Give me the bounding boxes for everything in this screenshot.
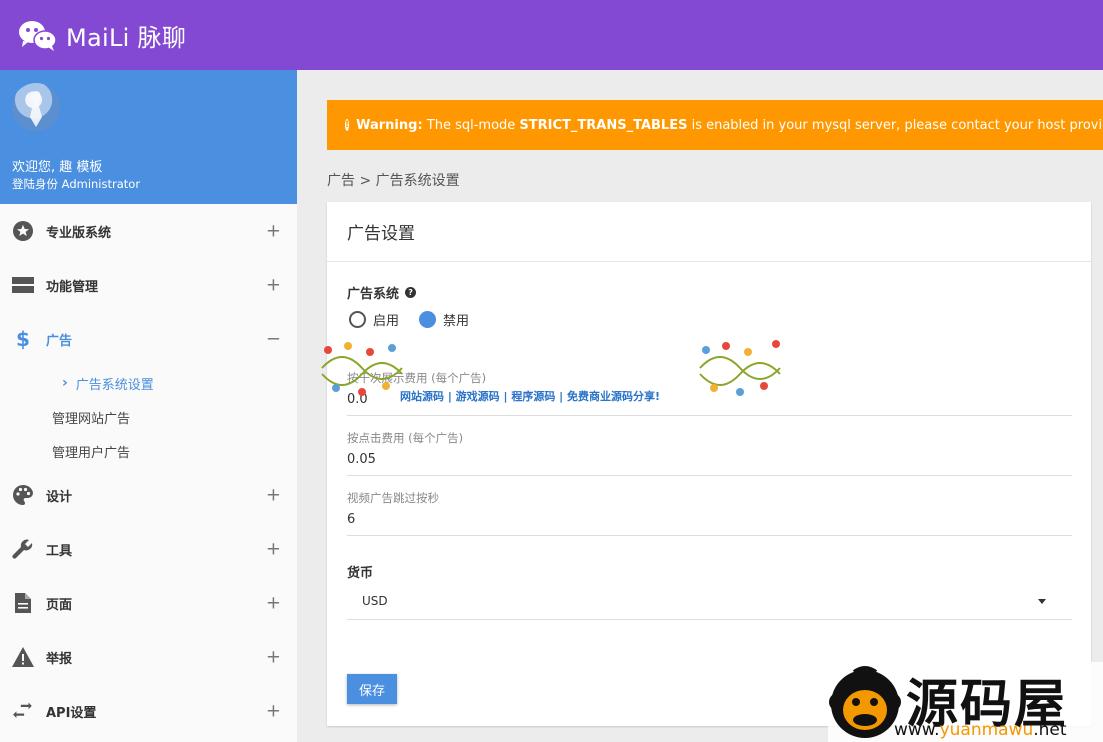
ad-system-label-text: 广告系统 [347, 287, 400, 302]
avatar[interactable] [12, 83, 60, 131]
profile-panel: 欢迎您, 趣 模板 登陆身份 Administrator [0, 70, 297, 204]
server-icon [12, 274, 34, 296]
flower-decoration-right [696, 338, 784, 398]
app-title[interactable]: MaiLi 脉聊 [66, 18, 186, 53]
sidebar-item-tools[interactable]: 工具 + [0, 522, 297, 576]
radio-disable[interactable]: 禁用 [419, 310, 469, 329]
wrench-icon [12, 538, 34, 560]
sidebar-item-pages[interactable]: 页面 + [0, 576, 297, 630]
radio-disable-label: 禁用 [443, 314, 470, 329]
sidebar-item-label: 举报 [46, 651, 73, 667]
top-bar: MaiLi 脉聊 [0, 0, 1103, 70]
sidebar: 欢迎您, 趣 模板 登陆身份 Administrator 专业版系统 + 功能管… [0, 70, 297, 742]
currency-select-value: USD [362, 593, 388, 608]
submenu-item-ad-system-settings[interactable]: › 广告系统设置 [0, 366, 297, 400]
brand-url-pre: www. [894, 720, 940, 740]
radio-enable[interactable]: 启用 [349, 310, 399, 329]
wechat-logo-icon [18, 19, 58, 51]
main-content: ! Warning: The sql-mode STRICT_TRANS_TAB… [297, 70, 1103, 742]
document-icon [12, 592, 34, 614]
breadcrumb: 广告 > 广告系统设置 [327, 173, 460, 189]
brand-url: www.yuanmawu.net [894, 720, 1067, 740]
sidebar-item-label: 工具 [46, 543, 73, 559]
video-skip-field-label: 视频广告跳过按秒 [347, 491, 439, 505]
sidebar-item-label: 广告 [46, 333, 73, 349]
sidebar-item-label: 专业版系统 [46, 225, 112, 241]
submenu-item-manage-user-ads[interactable]: 管理用户广告 [0, 434, 297, 468]
collapse-icon[interactable]: − [266, 329, 281, 350]
sidebar-menu: 专业版系统 + 功能管理 + $ 广告 − › 广告系统设置 管理网站广告 管理用… [0, 204, 297, 738]
brand-watermark: 源码屋 www.yuanmawu.net [828, 662, 1103, 742]
video-skip-field-value[interactable]: 6 [347, 512, 1072, 527]
ad-system-radio-group: 启用 禁用 [349, 310, 489, 329]
expand-icon[interactable]: + [266, 275, 281, 296]
submenu-item-label: 广告系统设置 [75, 377, 154, 393]
sidebar-item-pro-system[interactable]: 专业版系统 + [0, 204, 297, 258]
save-button[interactable]: 保存 [347, 674, 397, 704]
expand-icon[interactable]: + [266, 221, 281, 242]
welcome-text: 欢迎您, 趣 模板 [12, 160, 103, 175]
sidebar-item-label: 设计 [46, 489, 73, 505]
brand-url-mid: yuanmawu [939, 720, 1034, 740]
expand-icon[interactable]: + [266, 701, 281, 722]
swap-icon [12, 700, 34, 722]
expand-icon[interactable]: + [266, 593, 281, 614]
sidebar-item-label: API设置 [46, 705, 97, 721]
role-text: 登陆身份 Administrator [12, 177, 141, 191]
ads-submenu: › 广告系统设置 管理网站广告 管理用户广告 [0, 366, 297, 468]
alert-circle-icon: ! [345, 119, 350, 131]
sidebar-item-label: 页面 [46, 597, 73, 613]
sidebar-item-label: 功能管理 [46, 279, 99, 295]
currency-label: 货币 [347, 566, 374, 581]
sidebar-item-features[interactable]: 功能管理 + [0, 258, 297, 312]
expand-icon[interactable]: + [266, 539, 281, 560]
sidebar-item-reports[interactable]: 举报 + [0, 630, 297, 684]
currency-select[interactable]: USD [347, 582, 1072, 620]
radio-unchecked-icon [349, 311, 366, 328]
radio-enable-label: 启用 [373, 314, 400, 329]
expand-icon[interactable]: + [266, 647, 281, 668]
palette-icon [12, 484, 34, 506]
chevron-right-icon: › [62, 375, 68, 391]
cpc-field-label: 按点击费用 (每个广告) [347, 431, 464, 445]
monkey-logo-icon [828, 664, 902, 742]
ad-settings-card: 广告设置 广告系统 ? 启用 禁用 按千次展示费用 (每个广告) 0.0 按点击… [327, 202, 1091, 726]
help-icon[interactable]: ? [405, 287, 417, 298]
ad-system-label: 广告系统 ? [347, 283, 417, 302]
star-icon [12, 220, 34, 242]
warning-text-2: is enabled in your mysql server, please … [691, 117, 1103, 133]
cpc-field[interactable]: 按点击费用 (每个广告) 0.05 [347, 430, 1072, 476]
sql-mode-warning: ! Warning: The sql-mode STRICT_TRANS_TAB… [327, 100, 1103, 150]
sidebar-item-api[interactable]: API设置 + [0, 684, 297, 738]
warning-prefix: Warning: [356, 117, 423, 133]
dropdown-caret-icon [1038, 599, 1046, 604]
warning-text-1: The sql-mode [422, 117, 520, 133]
brand-url-post: .net [1033, 720, 1067, 740]
video-skip-field[interactable]: 视频广告跳过按秒 6 [347, 490, 1072, 536]
watermark-tagline: 网站源码 | 游戏源码 | 程序源码 | 免费商业源码分享! [400, 390, 661, 403]
cpc-field-value[interactable]: 0.05 [347, 452, 1072, 467]
dollar-icon: $ [16, 327, 30, 351]
card-title: 广告设置 [327, 202, 1091, 262]
sidebar-item-ads[interactable]: $ 广告 − [0, 312, 297, 366]
warning-icon [12, 646, 34, 668]
submenu-item-manage-site-ads[interactable]: 管理网站广告 [0, 400, 297, 434]
warning-code: STRICT_TRANS_TABLES [519, 117, 688, 133]
expand-icon[interactable]: + [266, 485, 281, 506]
radio-checked-icon [419, 311, 437, 328]
flower-decoration-left [318, 338, 406, 398]
sidebar-item-design[interactable]: 设计 + [0, 468, 297, 522]
